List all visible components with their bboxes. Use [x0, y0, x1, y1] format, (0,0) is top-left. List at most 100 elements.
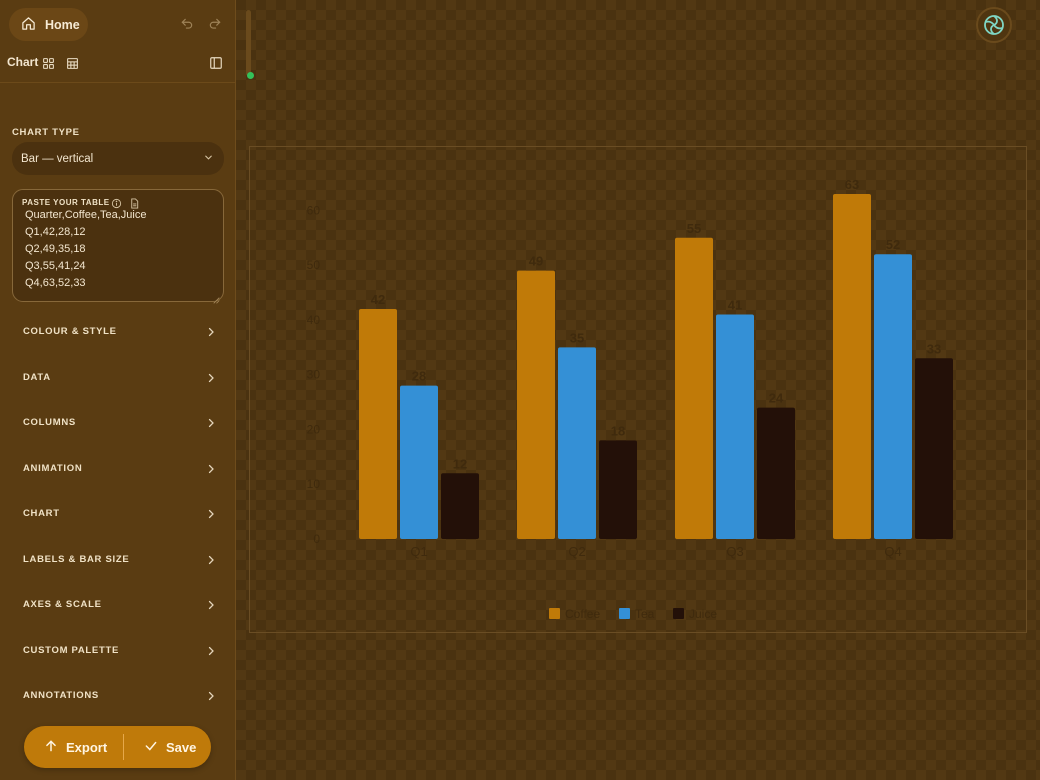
data-label: 55 [687, 221, 701, 236]
home-icon [21, 16, 36, 34]
bar [359, 309, 397, 539]
sidebar: Home Chart CHART TYPE Bar — vertical PAS… [0, 0, 236, 780]
y-tick-label: 50 [307, 258, 321, 272]
accordion-columns[interactable]: COLUMNS [0, 404, 235, 442]
chart-frame: 0 10 20 30 40 50 60 42 28 12 Q1 49 35 18 Q2 55 41 24 Q3 63 5… [249, 146, 1027, 633]
legend-swatch [673, 608, 684, 619]
chevron-right-icon [205, 325, 217, 337]
info-icon[interactable] [111, 196, 122, 209]
bar [757, 407, 795, 539]
bar [400, 385, 438, 539]
export-button[interactable]: Export [44, 726, 107, 768]
undo-icon[interactable] [179, 16, 195, 32]
accordion-labels-bar-size[interactable]: LABELS & BAR SIZE [0, 541, 235, 579]
save-button[interactable]: Save [144, 726, 196, 768]
chevron-down-icon [203, 152, 214, 166]
bar [441, 473, 479, 539]
sidebar-toggle-icon[interactable] [208, 55, 224, 71]
paste-line: Quarter,Coffee,Tea,Juice [25, 209, 147, 221]
home-button[interactable]: Home [9, 8, 88, 41]
scrollbar[interactable] [246, 10, 251, 76]
bar [675, 237, 713, 540]
paste-table-textarea[interactable]: PASTE YOUR TABLE Quarter,Coffee,Tea,Juic… [12, 189, 224, 304]
chevron-right-icon [205, 644, 217, 656]
x-tick-label: Q4 [884, 544, 901, 559]
chevron-right-icon [205, 553, 217, 565]
export-label: Export [66, 739, 108, 755]
accordion-label: LABELS & BAR SIZE [23, 554, 130, 565]
accordion-axes-scale[interactable]: AXES & SCALE [0, 586, 235, 624]
action-bar: Export Save [24, 726, 211, 768]
arrow-up-icon [44, 739, 58, 756]
data-label: 52 [886, 237, 900, 252]
chevron-right-icon [205, 371, 217, 383]
data-label: 28 [412, 369, 426, 384]
data-label: 24 [769, 391, 784, 406]
accordion-chart[interactable]: CHART [0, 495, 235, 533]
home-label: Home [45, 17, 80, 32]
check-icon [144, 739, 158, 756]
accordion-label: COLUMNS [23, 417, 76, 428]
chevron-right-icon [205, 462, 217, 474]
paste-line: Q2,49,35,18 [25, 243, 86, 255]
y-tick-label: 10 [307, 477, 321, 491]
chevron-right-icon [205, 416, 217, 428]
file-icon[interactable] [129, 196, 140, 209]
y-tick-label: 20 [307, 422, 321, 436]
accordion-label: ANIMATION [23, 463, 83, 474]
accordion-data[interactable]: DATA [0, 359, 235, 397]
x-tick-label: Q2 [568, 544, 585, 559]
y-tick-label: 0 [313, 532, 320, 546]
chart-canvas: 0 10 20 30 40 50 60 42 28 12 Q1 49 35 18 Q2 55 41 24 Q3 63 5… [236, 0, 1040, 780]
bar [558, 347, 596, 539]
legend-label: Juice [689, 607, 717, 621]
accordion-label: ANNOTATIONS [23, 690, 99, 701]
action-divider [123, 734, 124, 760]
accordion-custom-palette[interactable]: CUSTOM PALETTE [0, 632, 235, 670]
data-label: 33 [927, 341, 941, 356]
chart-type-value: Bar — vertical [21, 152, 94, 165]
x-tick-label: Q3 [726, 544, 743, 559]
mode-label: Chart [7, 55, 39, 69]
accordion-colour-style[interactable]: COLOUR & STYLE [0, 313, 235, 351]
status-dot [247, 72, 254, 79]
mode-bar: Chart [0, 52, 236, 74]
data-label: 18 [611, 423, 625, 438]
divider [0, 82, 235, 83]
grid-view-icon[interactable] [40, 55, 56, 71]
resize-grip-icon[interactable] [213, 291, 220, 304]
accordion-annotations[interactable]: ANNOTATIONS [0, 677, 235, 715]
chart-type-title: CHART TYPE [12, 127, 80, 138]
bar [833, 194, 871, 539]
accordion-animation[interactable]: ANIMATION [0, 450, 235, 488]
data-label: 35 [570, 330, 584, 345]
y-tick-label: 40 [307, 313, 321, 327]
accordion-label: COLOUR & STYLE [23, 326, 117, 337]
x-tick-label: Q1 [410, 544, 427, 559]
paste-line: Q1,42,28,12 [25, 226, 86, 238]
legend-swatch [549, 608, 560, 619]
bar [716, 314, 754, 539]
data-label: 42 [371, 292, 385, 307]
app-logo-icon[interactable] [976, 7, 1012, 43]
redo-icon[interactable] [207, 16, 223, 32]
paste-line: Q4,63,52,33 [25, 277, 86, 289]
data-label: 49 [529, 254, 543, 269]
data-label: 41 [728, 297, 742, 312]
bar [517, 270, 555, 539]
chevron-right-icon [205, 507, 217, 519]
paste-label: PASTE YOUR TABLE [22, 198, 110, 207]
save-label: Save [166, 739, 197, 755]
chart-type-select[interactable]: Bar — vertical [12, 142, 224, 175]
bar-chart: 0 10 20 30 40 50 60 42 28 12 Q1 49 35 18 Q2 55 41 24 Q3 63 5… [307, 177, 953, 621]
accordion-label: DATA [23, 372, 51, 383]
chevron-right-icon [205, 598, 217, 610]
table-view-icon[interactable] [64, 55, 80, 71]
sidebar-topbar: Home [0, 0, 236, 50]
accordion-label: CUSTOM PALETTE [23, 645, 120, 656]
accordion-label: CHART [23, 508, 60, 519]
data-label: 63 [845, 177, 859, 192]
y-tick-label: 30 [307, 368, 321, 382]
legend-label: Coffee [565, 607, 600, 621]
data-label: 12 [453, 456, 467, 471]
